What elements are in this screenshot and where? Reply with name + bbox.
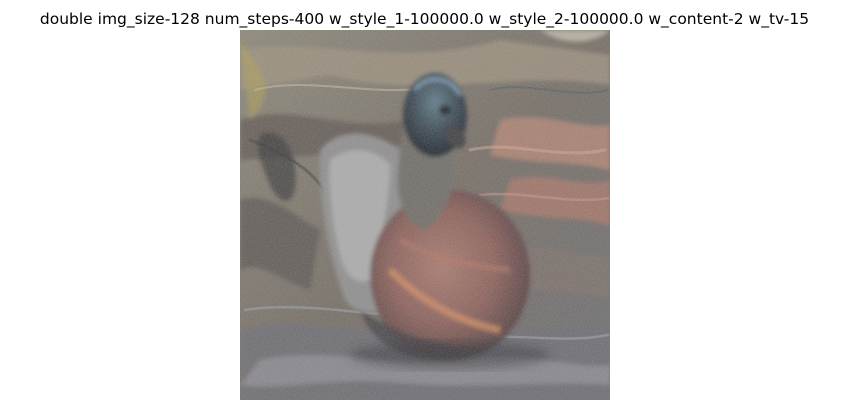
stylized-duck-image: [240, 30, 610, 400]
stylized-image-canvas: [240, 30, 610, 400]
figure-title: double img_size-128 num_steps-400 w_styl…: [39, 10, 810, 28]
